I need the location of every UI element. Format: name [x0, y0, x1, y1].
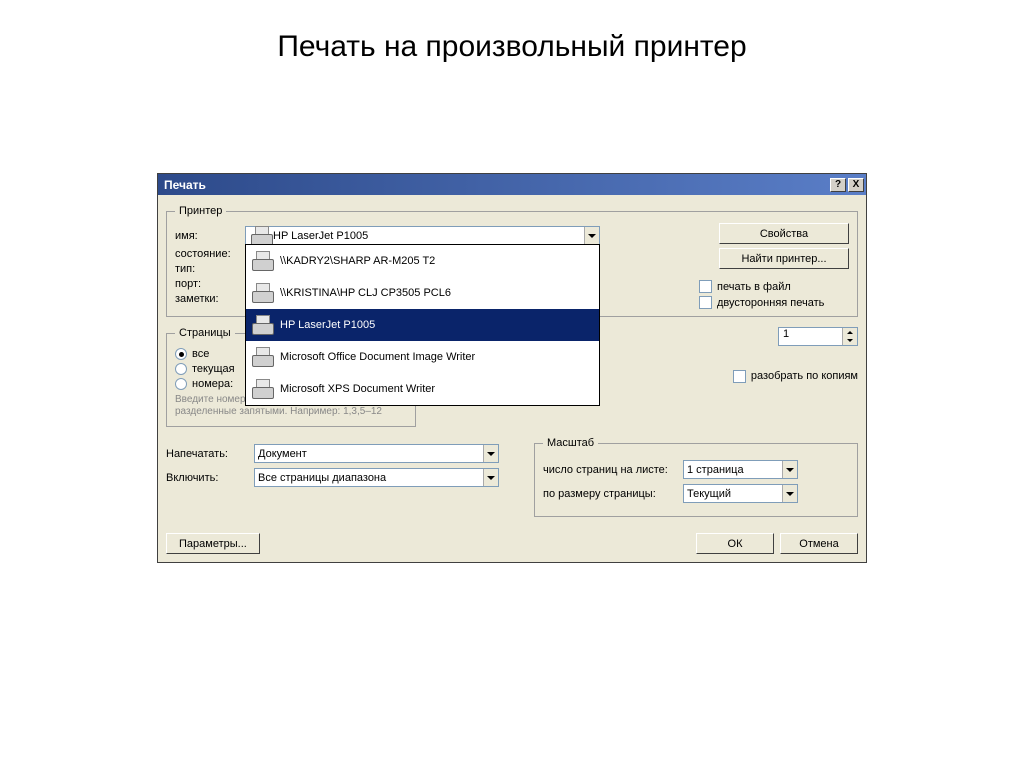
fit-to-page-label: по размеру страницы:: [543, 488, 683, 500]
printer-icon: [250, 251, 274, 271]
print-what-label: Напечатать:: [166, 448, 246, 460]
printer-notes-label: заметки:: [175, 293, 245, 305]
radio-label: номера:: [192, 378, 233, 390]
chevron-down-icon[interactable]: [584, 227, 599, 244]
printer-option-selected[interactable]: HP LaserJet P1005: [246, 309, 599, 341]
spinner-up-icon[interactable]: [843, 328, 857, 337]
printer-port-label: порт:: [175, 278, 245, 290]
cancel-button[interactable]: Отмена: [780, 533, 858, 554]
checkbox-icon: [699, 280, 712, 293]
printer-legend: Принтер: [175, 205, 226, 217]
radio-label: текущая: [192, 363, 235, 375]
slide-title: Печать на произвольный принтер: [0, 30, 1024, 64]
checkbox-icon: [699, 296, 712, 309]
printer-type-label: тип:: [175, 263, 245, 275]
pages-per-sheet-label: число страниц на листе:: [543, 464, 683, 476]
find-printer-button[interactable]: Найти принтер...: [719, 248, 849, 269]
pages-per-sheet-combo[interactable]: 1 страница: [683, 460, 798, 479]
dialog-body: Принтер имя: HP LaserJet P1005 \\KADRY2\…: [158, 195, 866, 562]
printer-name-label: имя:: [175, 230, 245, 242]
printer-option[interactable]: \\KRISTINA\HP CLJ CP3505 PCL6: [246, 277, 599, 309]
titlebar: Печать ? X: [158, 174, 866, 195]
printer-icon: [250, 347, 274, 367]
printer-option-label: HP LaserJet P1005: [280, 319, 375, 331]
include-value: Все страницы диапазона: [258, 472, 483, 484]
collate-checkbox[interactable]: разобрать по копиям: [733, 370, 858, 383]
print-what-value: Документ: [258, 448, 483, 460]
printer-group: Принтер имя: HP LaserJet P1005 \\KADRY2\…: [166, 205, 858, 317]
printer-icon: [249, 226, 273, 246]
copies-value: 1: [779, 328, 842, 345]
checkbox-icon: [733, 370, 746, 383]
radio-icon: [175, 378, 187, 390]
print-to-file-checkbox[interactable]: печать в файл: [699, 280, 849, 293]
help-button[interactable]: ?: [830, 178, 846, 192]
printer-dropdown: \\KADRY2\SHARP AR-M205 T2 \\KRISTINA\HP …: [245, 244, 600, 406]
pages-legend: Страницы: [175, 327, 235, 339]
printer-option-label: Microsoft Office Document Image Writer: [280, 351, 475, 363]
printer-icon: [250, 283, 274, 303]
printer-option-label: \\KRISTINA\HP CLJ CP3505 PCL6: [280, 287, 451, 299]
include-combo[interactable]: Все страницы диапазона: [254, 468, 499, 487]
printer-state-label: состояние:: [175, 248, 245, 260]
duplex-checkbox[interactable]: двусторонняя печать: [699, 296, 849, 309]
printer-option[interactable]: Microsoft Office Document Image Writer: [246, 341, 599, 373]
printer-icon: [250, 379, 274, 399]
close-button[interactable]: X: [848, 178, 864, 192]
properties-button[interactable]: Свойства: [719, 223, 849, 244]
checkbox-label: разобрать по копиям: [751, 370, 858, 382]
printer-option[interactable]: \\KADRY2\SHARP AR-M205 T2: [246, 245, 599, 277]
ok-button[interactable]: ОК: [696, 533, 774, 554]
checkbox-label: печать в файл: [717, 281, 791, 293]
copies-spinner[interactable]: 1: [778, 327, 858, 346]
printer-option[interactable]: Microsoft XPS Document Writer: [246, 373, 599, 405]
printer-option-label: \\KADRY2\SHARP AR-M205 T2: [280, 255, 435, 267]
chevron-down-icon[interactable]: [483, 469, 498, 486]
checkbox-label: двусторонняя печать: [717, 297, 824, 309]
chevron-down-icon[interactable]: [782, 461, 797, 478]
chevron-down-icon[interactable]: [782, 485, 797, 502]
print-dialog: Печать ? X Принтер имя: HP LaserJet P100…: [157, 173, 867, 563]
scale-group: Масштаб число страниц на листе: 1 страни…: [534, 437, 858, 517]
print-what-combo[interactable]: Документ: [254, 444, 499, 463]
chevron-down-icon[interactable]: [483, 445, 498, 462]
printer-icon: [250, 315, 274, 335]
scale-legend: Масштаб: [543, 437, 598, 449]
radio-label: все: [192, 348, 209, 360]
printer-option-label: Microsoft XPS Document Writer: [280, 383, 435, 395]
parameters-button[interactable]: Параметры...: [166, 533, 260, 554]
pages-per-sheet-value: 1 страница: [687, 464, 782, 476]
fit-to-page-combo[interactable]: Текущий: [683, 484, 798, 503]
include-area: Напечатать: Документ Включить: Все стран…: [166, 433, 526, 523]
titlebar-text: Печать: [164, 178, 206, 192]
printer-name-combo[interactable]: HP LaserJet P1005: [245, 226, 600, 245]
printer-name-value: HP LaserJet P1005: [273, 230, 584, 242]
radio-icon: [175, 348, 187, 360]
include-label: Включить:: [166, 472, 246, 484]
fit-to-page-value: Текущий: [687, 488, 782, 500]
spinner-down-icon[interactable]: [843, 337, 857, 346]
radio-icon: [175, 363, 187, 375]
